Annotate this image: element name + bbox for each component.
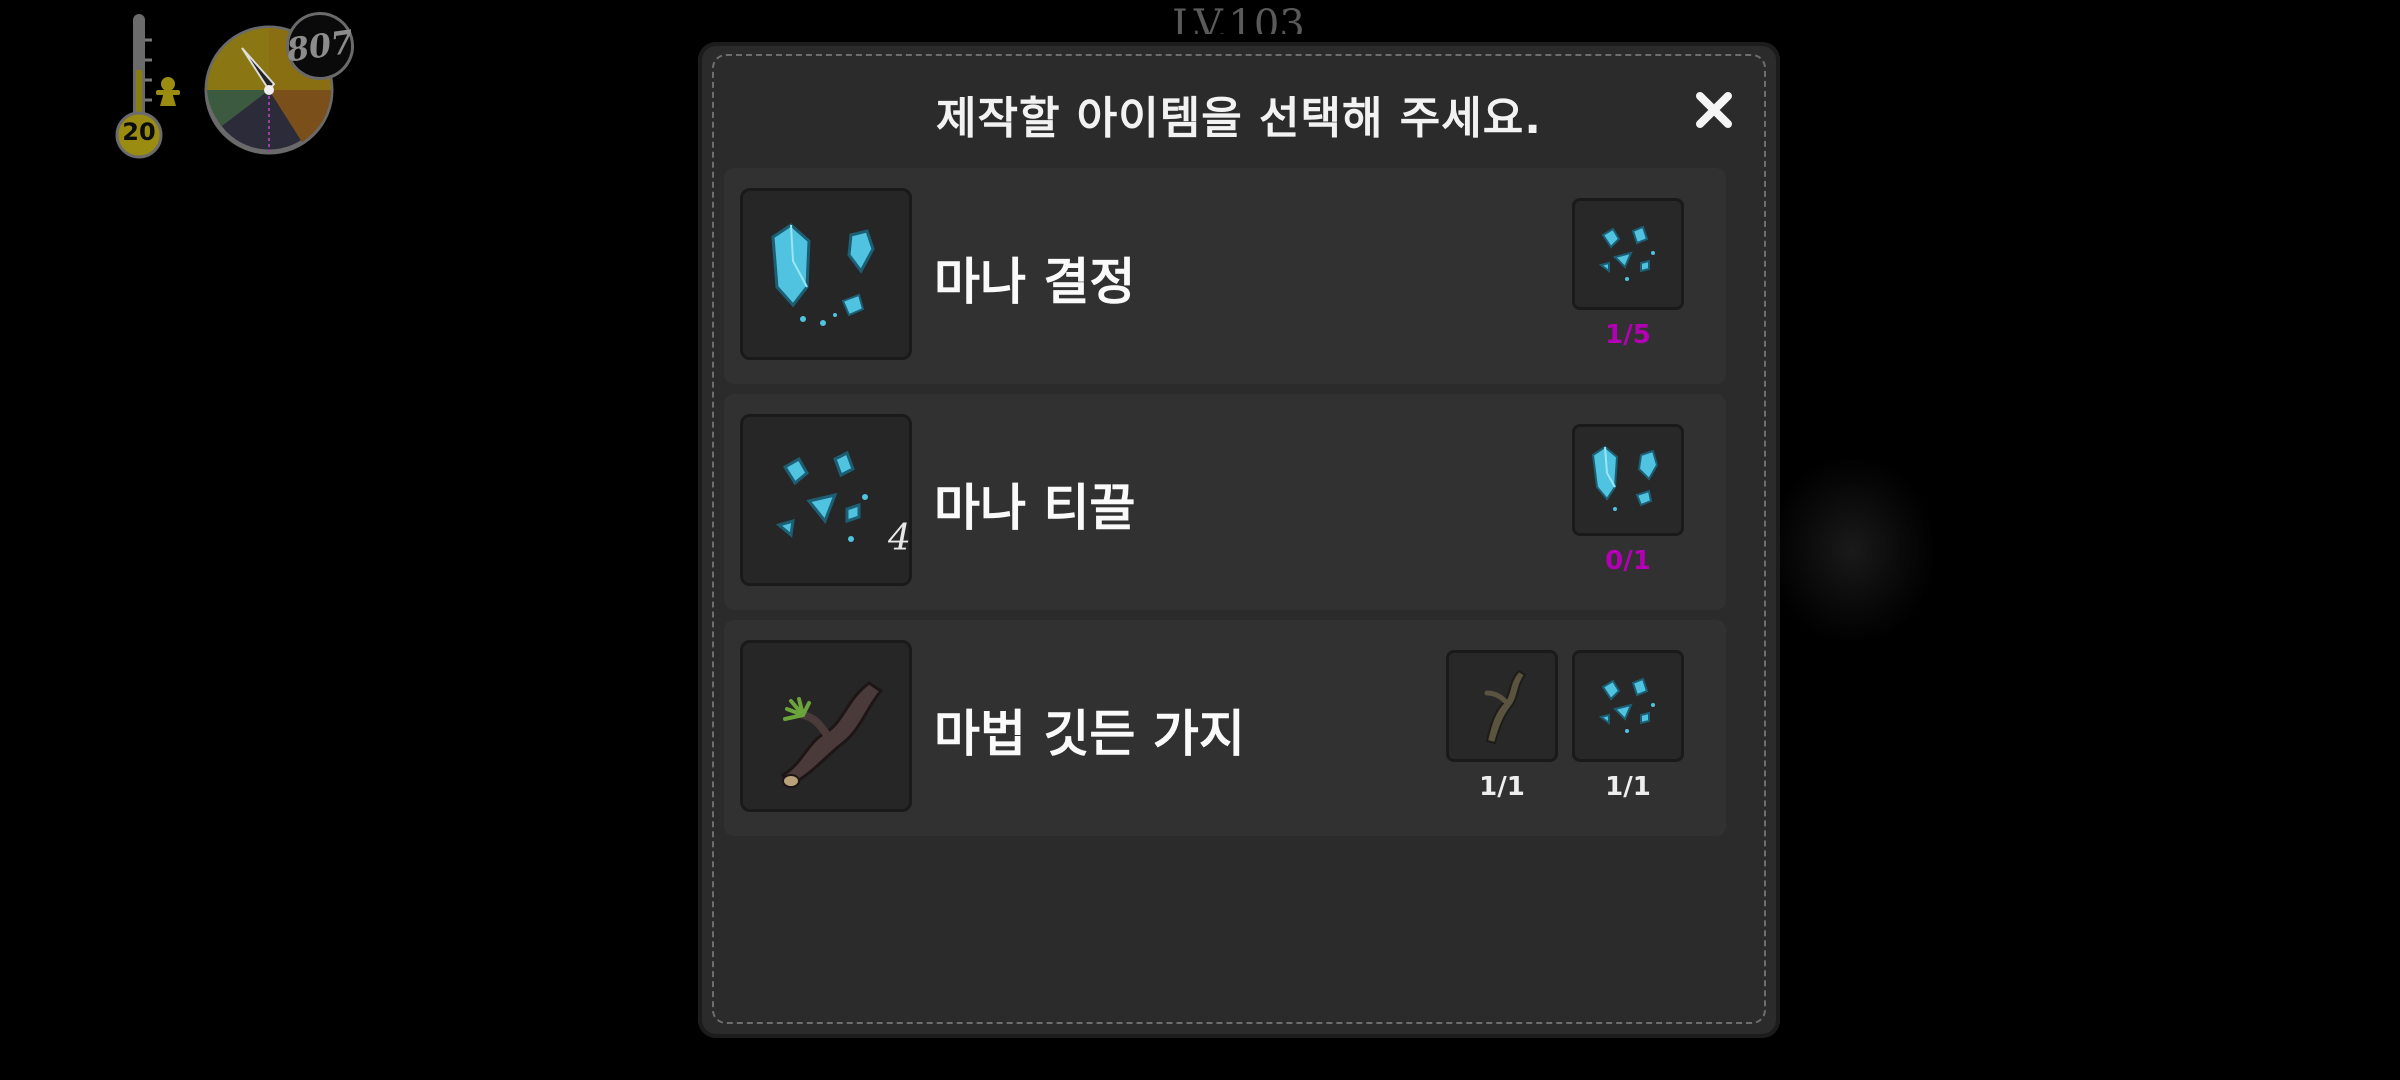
item-name: 마나 티끌: [934, 479, 1136, 537]
mana-crystal-icon: [740, 188, 912, 360]
level-text: LV.103: [1172, 2, 1305, 34]
background-shadow: [1772, 460, 1932, 640]
close-icon: [1696, 92, 1732, 128]
thumb-count: 4: [888, 518, 911, 559]
magic-branch-icon: [740, 640, 912, 812]
item-name: 마나 결정: [934, 253, 1136, 311]
craft-item-row[interactable]: 마나 결정 1/5: [724, 168, 1726, 384]
ingredient-count: 1/1: [1479, 772, 1525, 802]
ingredient-slot: [1572, 198, 1684, 310]
item-name: 마법 깃든 가지: [934, 705, 1245, 763]
ingredient-count: 1/5: [1605, 320, 1651, 350]
dialog-title: 제작할 아이템을 선택해 주세요.: [936, 93, 1542, 144]
close-button[interactable]: [1688, 84, 1740, 136]
mana-dust-icon: [740, 414, 912, 586]
craft-item-row[interactable]: 마법 깃든 가지 1/1 1/1: [724, 620, 1726, 836]
branch-icon: [1484, 669, 1527, 745]
mana-dust-icon: [1598, 677, 1655, 733]
ingredient-slot: [1572, 650, 1684, 762]
temperature-value: 20: [122, 118, 156, 146]
ingredient-count: 0/1: [1605, 546, 1651, 576]
ingredient-slot: [1572, 424, 1684, 536]
mana-dust-icon: [1598, 225, 1655, 281]
mana-crystal-icon: [1591, 445, 1659, 511]
ingredient-slot: [1446, 650, 1558, 762]
ingredient-count: 1/1: [1605, 772, 1651, 802]
craft-item-row[interactable]: 4 마나 티끌 0/1: [724, 394, 1726, 610]
